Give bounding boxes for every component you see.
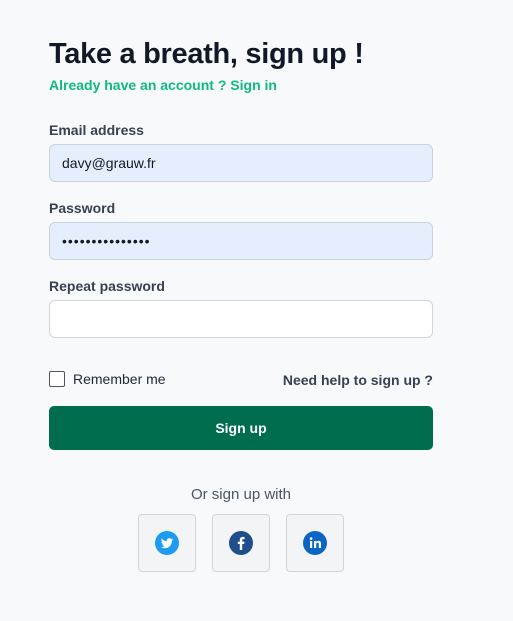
- signup-page: Take a breath, sign up ! Already have an…: [0, 0, 513, 621]
- email-field[interactable]: [49, 144, 433, 182]
- remember-me-checkbox[interactable]: [49, 371, 65, 387]
- help-signup-link[interactable]: Need help to sign up ?: [283, 372, 433, 388]
- email-label: Email address: [49, 122, 144, 138]
- repeat-password-field[interactable]: [49, 300, 433, 338]
- signin-prompt: Already have an account ? Sign in: [49, 77, 277, 93]
- facebook-button[interactable]: [212, 514, 270, 572]
- twitter-icon: [155, 531, 179, 555]
- social-buttons: [138, 514, 344, 572]
- facebook-icon: [229, 531, 253, 555]
- remember-me: Remember me: [49, 371, 166, 387]
- repeat-password-label: Repeat password: [49, 278, 165, 294]
- linkedin-button[interactable]: [286, 514, 344, 572]
- sign-up-button[interactable]: Sign up: [49, 406, 433, 450]
- remember-me-label: Remember me: [73, 371, 166, 387]
- already-account-text: Already have an account ?: [49, 77, 227, 93]
- page-title: Take a breath, sign up !: [49, 38, 364, 70]
- twitter-button[interactable]: [138, 514, 196, 572]
- sign-in-link[interactable]: Sign in: [230, 77, 277, 93]
- password-field[interactable]: [49, 222, 433, 260]
- linkedin-icon: [303, 531, 327, 555]
- or-sign-up-text: Or sign up with: [190, 486, 292, 503]
- password-label: Password: [49, 200, 116, 216]
